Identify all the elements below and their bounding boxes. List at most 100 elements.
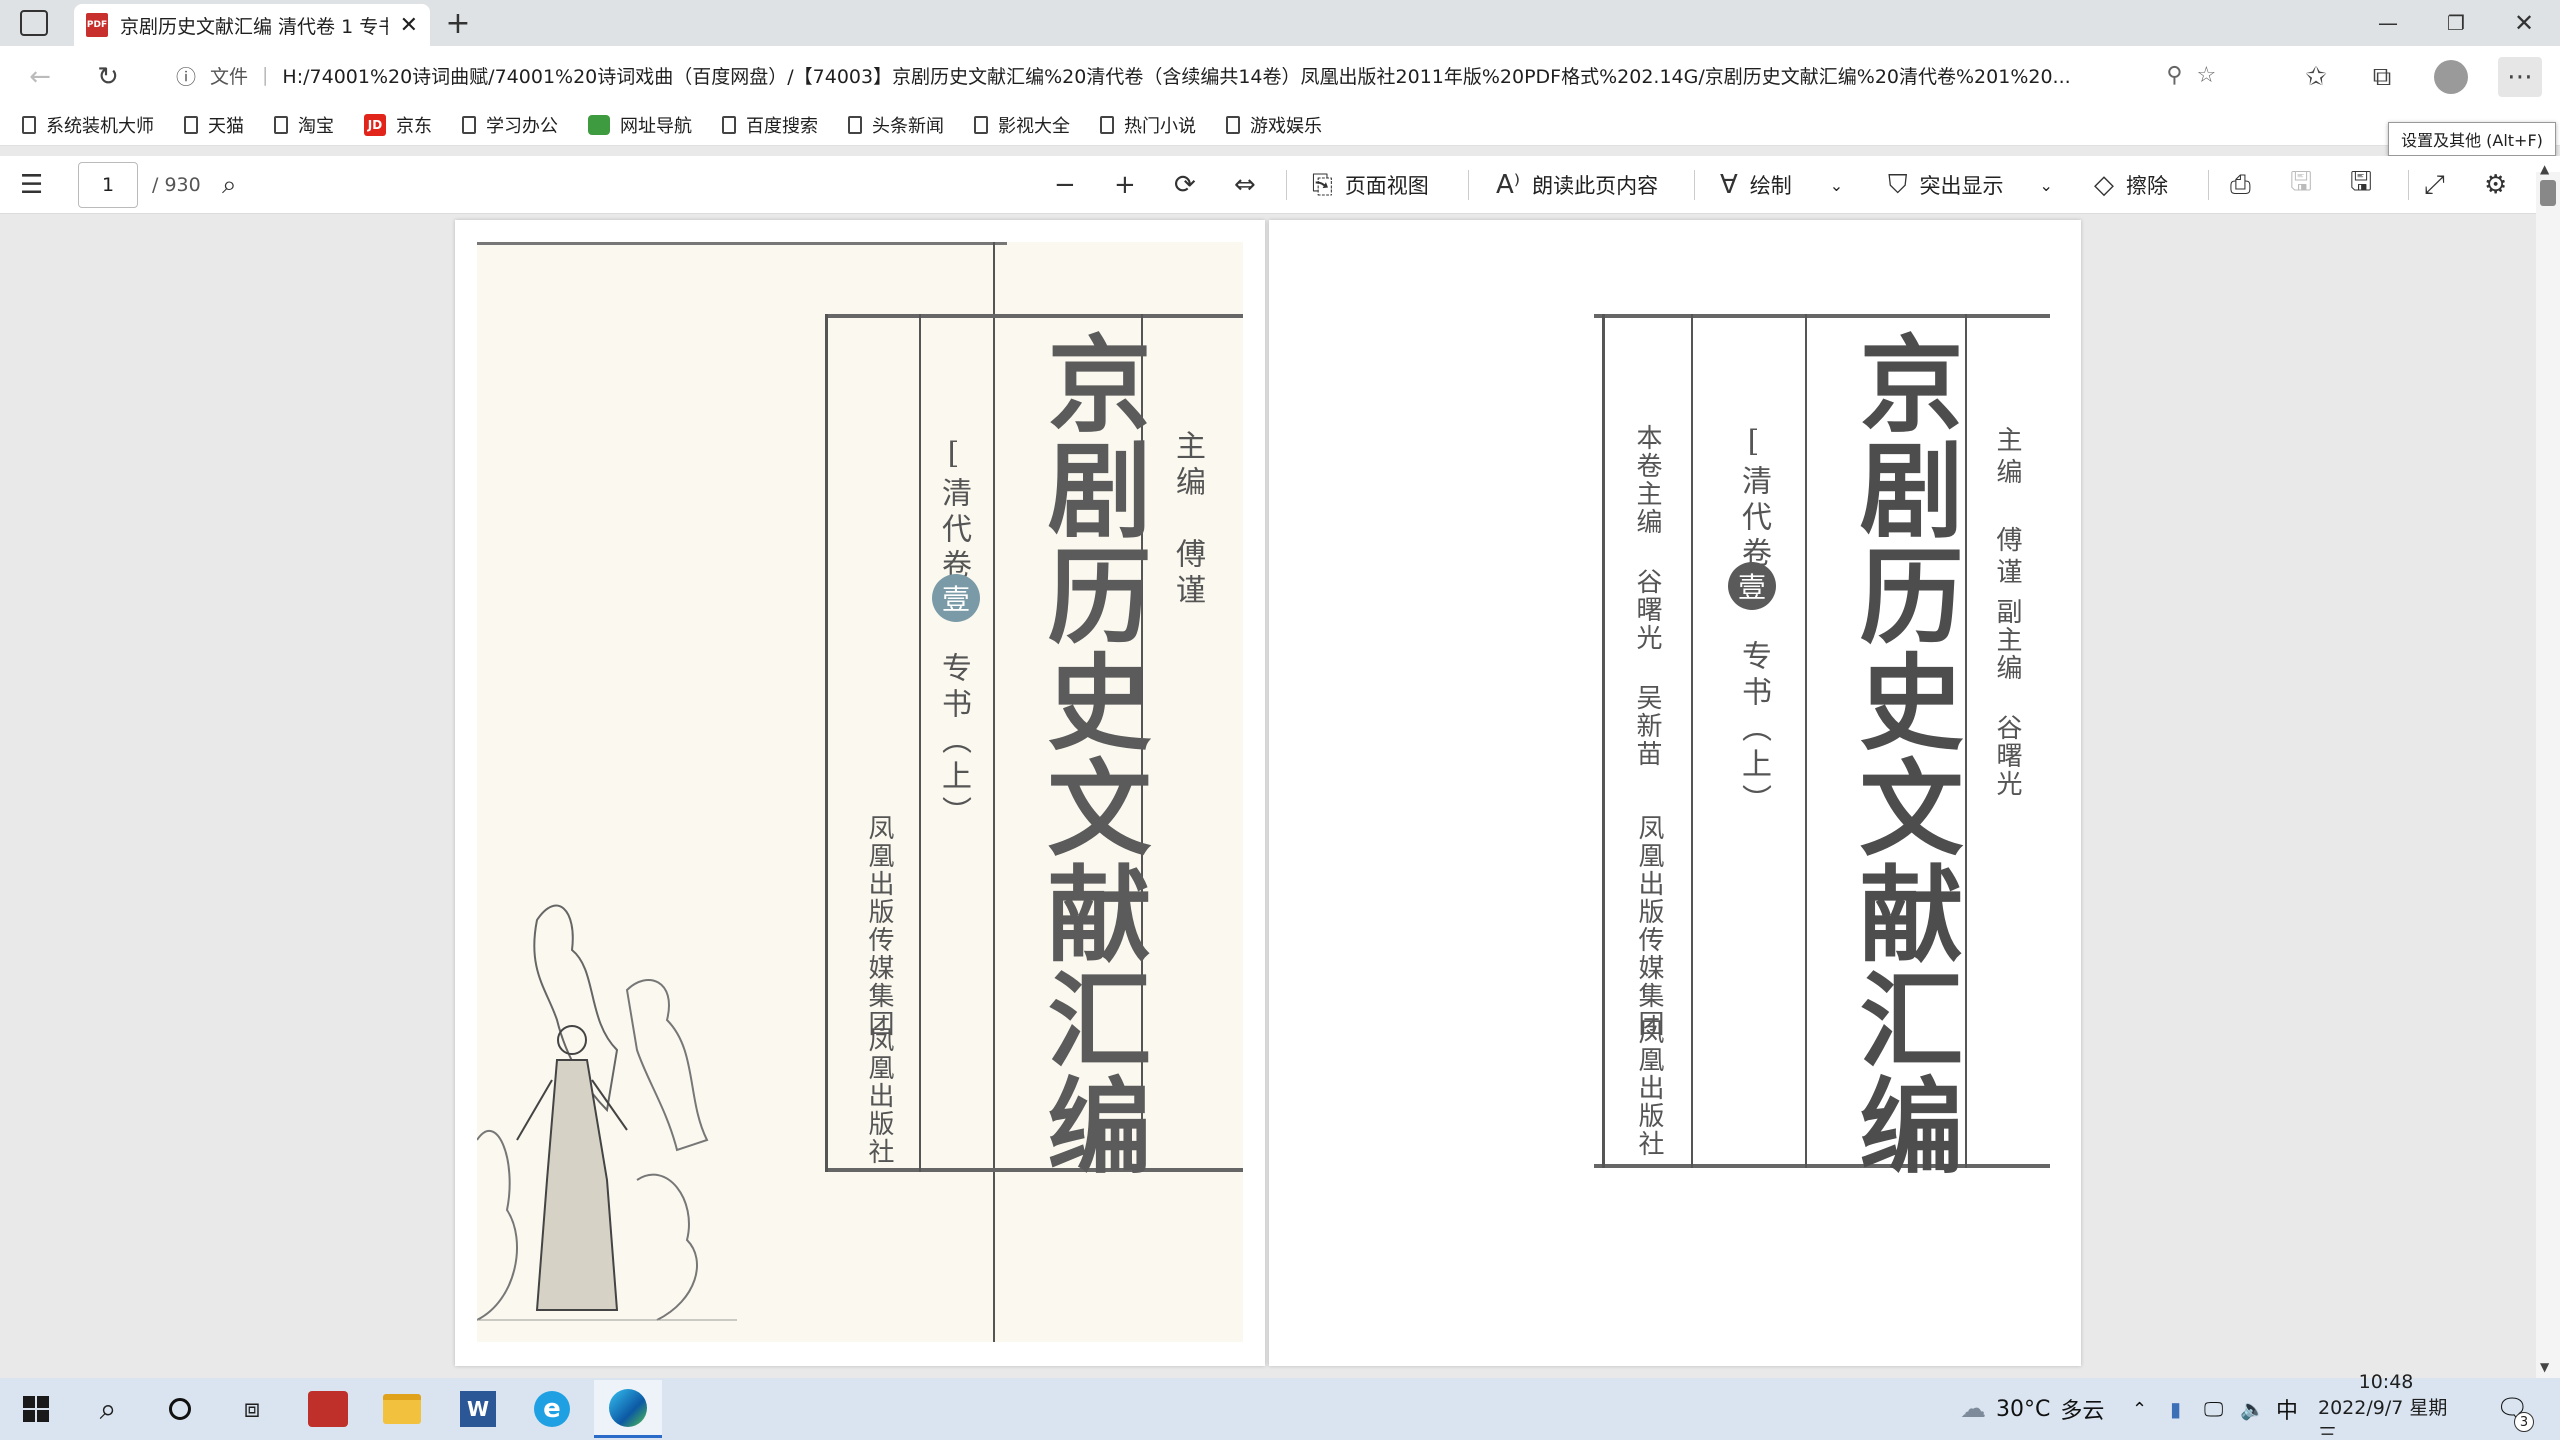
- bookmark-item[interactable]: 学习办公: [462, 112, 558, 138]
- book-title: 京剧历史文献汇编: [1841, 330, 1964, 1178]
- volume-icon[interactable]: 🔈: [2240, 1380, 2265, 1438]
- subtitle: 专书（上）: [1736, 640, 1771, 820]
- fullscreen-icon[interactable]: ⤢: [2424, 162, 2445, 208]
- cortana-icon[interactable]: [146, 1380, 214, 1438]
- book-title: 京剧历史文献汇编: [1029, 330, 1152, 1178]
- ime-indicator[interactable]: 中: [2276, 1380, 2298, 1438]
- bookmark-item[interactable]: 百度搜索: [722, 112, 818, 138]
- read-aloud-button[interactable]: A⁾ 朗读此页内容: [1496, 162, 1658, 208]
- save-as-icon[interactable]: 🖫: [2350, 162, 2372, 208]
- cloud-icon: ☁: [1960, 1394, 1986, 1424]
- file-explorer-icon[interactable]: [368, 1380, 436, 1438]
- divider: [1468, 170, 1469, 200]
- info-icon[interactable]: ⓘ: [176, 61, 196, 90]
- favorites-icon[interactable]: ✩: [2294, 57, 2338, 97]
- network-icon[interactable]: 🖵: [2204, 1380, 2223, 1438]
- task-view-icon[interactable]: ⧈: [218, 1380, 286, 1438]
- settings-tooltip: 设置及其他 (Alt+F): [2388, 122, 2556, 156]
- page-icon: [274, 115, 288, 134]
- deputy-editor-credit: 副主编 谷曙光: [1992, 598, 2022, 798]
- bookmark-item[interactable]: 淘宝: [274, 112, 334, 138]
- chevron-up-icon[interactable]: ⌃: [2132, 1380, 2147, 1438]
- browser-tab[interactable]: PDF 京剧历史文献汇编 清代卷 1 专书 ✕: [74, 4, 430, 46]
- tab-title: 京剧历史文献汇编 清代卷 1 专书: [120, 15, 388, 38]
- chevron-down-icon[interactable]: ⌄: [1830, 176, 1843, 195]
- pdf-page-right: 京剧历史文献汇编 主编 傅谨 副主编 谷曙光 [清代卷] 壹 专书（上） 本卷主…: [1269, 220, 2081, 1366]
- highlight-icon: ⛉: [1888, 169, 1908, 200]
- profile-avatar[interactable]: [2434, 60, 2468, 94]
- start-icon[interactable]: [2, 1380, 70, 1438]
- favorite-add-icon[interactable]: ☆: [2197, 63, 2217, 88]
- bookmark-item[interactable]: 影视大全: [974, 112, 1070, 138]
- bookmark-item[interactable]: 游戏娱乐: [1226, 112, 1322, 138]
- hao123-icon: [588, 114, 610, 135]
- ie-icon[interactable]: e: [518, 1380, 586, 1438]
- collections-icon[interactable]: ⧉: [2360, 57, 2404, 97]
- bookmark-item[interactable]: 天猫: [184, 112, 244, 138]
- back-icon[interactable]: ←: [18, 57, 62, 97]
- divider: [1286, 170, 1287, 200]
- close-window-icon[interactable]: ✕: [2490, 0, 2558, 46]
- securities-app-icon[interactable]: [294, 1380, 362, 1438]
- scroll-up-icon[interactable]: ▲: [2540, 162, 2549, 176]
- erase-button[interactable]: ◇ 擦除: [2094, 162, 2168, 208]
- gear-icon[interactable]: ⚙: [2484, 162, 2507, 208]
- word-icon[interactable]: W: [444, 1380, 512, 1438]
- draw-icon: ∀: [1720, 170, 1738, 200]
- zoom-in-icon[interactable]: +: [1114, 162, 1136, 208]
- address-url[interactable]: H:/74001%20诗词曲赋/74001%20诗词戏曲（百度网盘）/【7400…: [282, 62, 2152, 89]
- publisher: 凤凰出版社: [1634, 1018, 1664, 1158]
- publisher-group: 凤凰出版传媒集团: [1634, 814, 1664, 1038]
- page-icon: [184, 115, 198, 134]
- page-view-button[interactable]: ⎘ 页面视图: [1312, 162, 1429, 208]
- highlight-button[interactable]: ⛉ 突出显示 ⌄: [1888, 162, 2053, 208]
- page-total: / 930: [152, 174, 201, 196]
- publisher-group: 凤凰出版传媒集团: [864, 814, 894, 1038]
- weather-widget[interactable]: ☁ 30°C 多云: [1960, 1380, 2104, 1438]
- pdf-toolbar: [0, 156, 2560, 214]
- print-icon[interactable]: ⎙: [2230, 162, 2251, 208]
- restore-icon[interactable]: ❐: [2422, 0, 2490, 46]
- page-icon: [22, 115, 36, 134]
- zoom-out-icon[interactable]: −: [1054, 162, 1076, 208]
- close-tab-icon[interactable]: ✕: [400, 13, 418, 38]
- chevron-down-icon[interactable]: ⌄: [2040, 176, 2053, 195]
- read-aloud-icon: A⁾: [1496, 170, 1521, 200]
- rotate-icon[interactable]: ⟳: [1174, 162, 1196, 208]
- figure-illustration: [477, 904, 737, 1321]
- scroll-down-icon[interactable]: ▼: [2540, 1360, 2549, 1374]
- bookmark-item[interactable]: 头条新闻: [848, 112, 944, 138]
- minimize-icon[interactable]: —: [2354, 0, 2422, 46]
- save-icon[interactable]: 🖫: [2290, 162, 2312, 208]
- page-icon: [722, 115, 736, 134]
- scrollbar[interactable]: [2536, 172, 2560, 1378]
- contents-icon[interactable]: ☰: [20, 162, 43, 208]
- search-icon[interactable]: ⌕: [74, 1380, 142, 1438]
- page-number-input[interactable]: 1: [78, 162, 138, 208]
- bookmark-item[interactable]: 网址导航: [588, 112, 692, 138]
- search-icon[interactable]: ⌕: [222, 162, 237, 208]
- refresh-icon[interactable]: ↻: [86, 57, 130, 97]
- settings-more-icon[interactable]: ⋯: [2498, 57, 2542, 97]
- divider: [2408, 170, 2409, 200]
- volume-badge: 壹: [1728, 562, 1776, 610]
- bookmark-item[interactable]: 系统装机大师: [22, 112, 154, 138]
- scrollbar-thumb[interactable]: [2540, 180, 2556, 206]
- page-icon: [1226, 115, 1240, 134]
- notification-count: 3: [2514, 1412, 2534, 1432]
- address-bar[interactable]: ⓘ 文件 | H:/74001%20诗词曲赋/74001%20诗词戏曲（百度网盘…: [150, 52, 2270, 98]
- divider: [2208, 170, 2209, 200]
- zoom-icon[interactable]: ⚲: [2166, 63, 2182, 88]
- usb-icon[interactable]: ▮: [2170, 1380, 2181, 1438]
- clock-date: 2022/9/7 星期三: [2318, 1397, 2448, 1440]
- tab-actions-icon[interactable]: [20, 10, 48, 36]
- fit-width-icon[interactable]: ⇔: [1234, 162, 1256, 208]
- volume-editors: 本卷主编 谷曙光 吴新苗: [1632, 424, 1662, 768]
- bookmark-item[interactable]: 热门小说: [1100, 112, 1196, 138]
- bookmark-item[interactable]: JD 京东: [364, 112, 432, 138]
- edge-icon[interactable]: [594, 1380, 662, 1438]
- draw-button[interactable]: ∀ 绘制 ⌄: [1720, 162, 1843, 208]
- page-icon: [848, 115, 862, 134]
- new-tab-icon[interactable]: +: [440, 6, 476, 41]
- clock[interactable]: 10:48 2022/9/7 星期三: [2318, 1371, 2454, 1440]
